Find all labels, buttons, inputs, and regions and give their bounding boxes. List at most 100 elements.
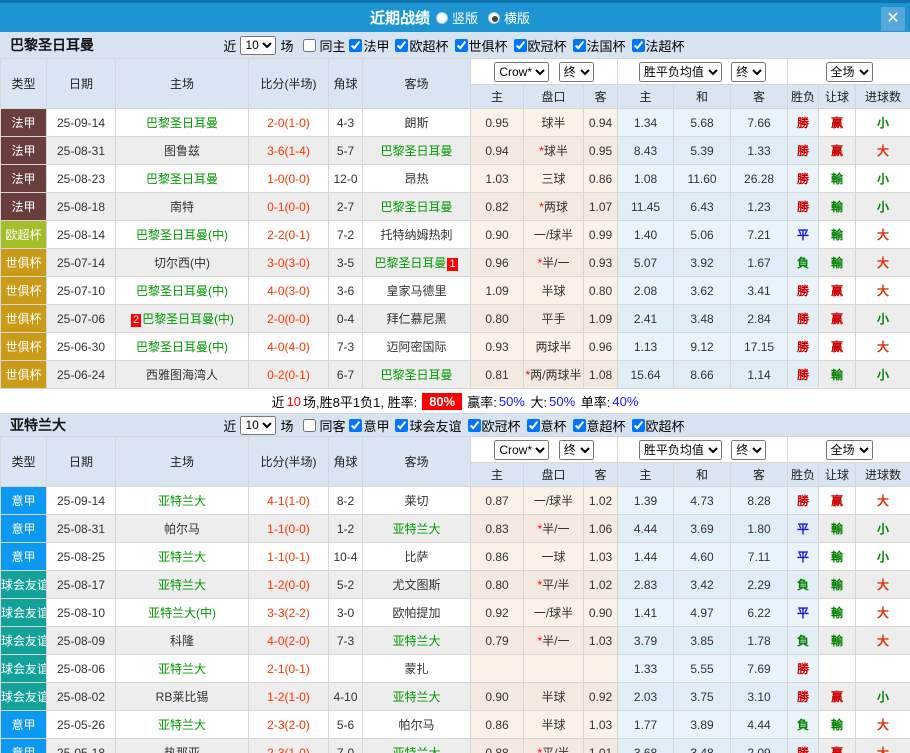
league-checkbox-icon[interactable] — [632, 419, 645, 432]
home-team: 巴黎圣日耳曼(中) — [116, 221, 249, 249]
asian-away-odds: 1.08 — [584, 361, 618, 389]
layout-radio-vertical[interactable]: 竖版 — [436, 8, 478, 27]
goals-result: 大 — [856, 739, 910, 753]
euro-home-odds: 1.77 — [618, 711, 674, 739]
euro-away-odds: 1.67 — [731, 249, 788, 277]
league-checkbox-icon[interactable] — [527, 419, 540, 432]
league-filter[interactable]: 欧冠杯 — [510, 36, 567, 55]
match-result: 平 — [788, 515, 819, 543]
league-filter[interactable]: 法国杯 — [569, 36, 626, 55]
away-team: 皇家马德里 — [363, 277, 471, 305]
goals-result: 小 — [856, 193, 910, 221]
away-team: 比萨 — [363, 543, 471, 571]
same-away-checkbox[interactable] — [303, 419, 316, 432]
league-checkbox-icon[interactable] — [395, 419, 408, 432]
home-team: 亚特兰大 — [116, 487, 249, 515]
layout-radio-horizontal[interactable]: 横版 — [488, 8, 530, 27]
asian-away-odds: 1.03 — [584, 711, 618, 739]
asian-away-odds: 1.07 — [584, 193, 618, 221]
league-filter[interactable]: 欧超杯 — [391, 36, 448, 55]
subcol-euro-away: 客 — [731, 85, 788, 109]
asian-home-odds: 0.88 — [471, 739, 524, 753]
col-date: 日期 — [47, 437, 116, 487]
final-odds-select-2[interactable]: 终 — [731, 62, 766, 82]
asian-away-odds: 0.80 — [584, 277, 618, 305]
league-filter[interactable]: 欧冠杯 — [464, 416, 521, 435]
team2-results-table: 类型 日期 主场 比分(半场) 角球 客场 Crow* 终 胜平负均值 终 全场 — [0, 436, 910, 753]
euro-draw-odds: 3.48 — [674, 305, 731, 333]
league-filter[interactable]: 欧超杯 — [628, 416, 685, 435]
bookmaker-select[interactable]: Crow* — [494, 440, 549, 460]
away-team: 迈阿密国际 — [363, 333, 471, 361]
match-result: 勝 — [788, 137, 819, 165]
match-count-select[interactable]: 10 — [240, 36, 276, 55]
score: 1-2(1-0) — [249, 683, 329, 711]
euro-away-odds: 2.84 — [731, 305, 788, 333]
euro-draw-odds: 3.92 — [674, 249, 731, 277]
league-checkbox-icon[interactable] — [468, 419, 481, 432]
league-type-badge: 球会友谊 — [1, 571, 47, 599]
asian-handicap: 半球 — [524, 711, 584, 739]
league-checkbox-icon[interactable] — [455, 39, 468, 52]
euro-draw-odds: 6.43 — [674, 193, 731, 221]
home-team: 巴黎圣日耳曼 — [116, 165, 249, 193]
away-team: 蒙扎 — [363, 655, 471, 683]
asian-away-odds: 0.90 — [584, 599, 618, 627]
radio-selected-icon[interactable] — [488, 12, 500, 24]
final-odds-select-1[interactable]: 终 — [559, 440, 594, 460]
asian-handicap: 一/球半 — [524, 221, 584, 249]
match-result: 勝 — [788, 487, 819, 515]
league-checkbox-icon[interactable] — [395, 39, 408, 52]
bookmaker-select[interactable]: Crow* — [494, 62, 549, 82]
euro-home-odds: 1.40 — [618, 221, 674, 249]
subcol-euro-away: 客 — [731, 463, 788, 487]
radio-unselected-icon[interactable] — [436, 12, 448, 24]
score: 4-0(2-0) — [249, 627, 329, 655]
goals-result: 大 — [856, 711, 910, 739]
table-row: 法甲 25-09-14 巴黎圣日耳曼 2-0(1-0) 4-3 朗斯 0.95 … — [1, 109, 910, 137]
away-team: 亚特兰大 — [363, 739, 471, 753]
away-team: 巴黎圣日耳曼 — [363, 137, 471, 165]
close-icon[interactable]: ✕ — [881, 7, 905, 31]
subcol-handicap: 盘口 — [524, 463, 584, 487]
avg-odds-select[interactable]: 胜平负均值 — [639, 62, 722, 82]
league-filter[interactable]: 法甲 — [345, 36, 389, 55]
score: 2-1(0-1) — [249, 655, 329, 683]
league-filter[interactable]: 意杯 — [523, 416, 567, 435]
euro-draw-odds: 5.55 — [674, 655, 731, 683]
league-checkbox-icon[interactable] — [573, 419, 586, 432]
same-home-checkbox[interactable] — [303, 39, 316, 52]
league-filter[interactable]: 球会友谊 — [391, 416, 461, 435]
goals-result: 大 — [856, 249, 910, 277]
final-odds-select-1[interactable]: 终 — [559, 62, 594, 82]
match-result: 勝 — [788, 193, 819, 221]
league-checkbox-icon[interactable] — [349, 419, 362, 432]
league-filter[interactable]: 法超杯 — [628, 36, 685, 55]
final-odds-select-2[interactable]: 终 — [731, 440, 766, 460]
league-filter[interactable]: 世俱杯 — [451, 36, 508, 55]
full-match-select[interactable]: 全场 — [826, 62, 873, 82]
dialog-titlebar: 近期战绩 竖版 横版 ✕ — [0, 0, 910, 32]
score: 2-0(0-0) — [249, 305, 329, 333]
euro-draw-odds: 4.73 — [674, 487, 731, 515]
euro-away-odds: 3.10 — [731, 683, 788, 711]
euro-draw-odds: 4.97 — [674, 599, 731, 627]
match-count-select[interactable]: 10 — [240, 416, 276, 435]
euro-away-odds: 8.28 — [731, 487, 788, 515]
league-filter[interactable]: 意超杯 — [569, 416, 626, 435]
subcol-handicap-result: 让球 — [819, 85, 856, 109]
league-checkbox-icon[interactable] — [349, 39, 362, 52]
table-row: 世俱杯 25-07-06 2巴黎圣日耳曼(中) 2-0(0-0) 0-4 拜仁慕… — [1, 305, 910, 333]
home-team: 2巴黎圣日耳曼(中) — [116, 305, 249, 333]
table-row: 意甲 25-09-14 亚特兰大 4-1(1-0) 8-2 莱切 0.87 一/… — [1, 487, 910, 515]
league-checkbox-icon[interactable] — [632, 39, 645, 52]
full-match-select[interactable]: 全场 — [826, 440, 873, 460]
league-checkbox-icon[interactable] — [573, 39, 586, 52]
avg-odds-select[interactable]: 胜平负均值 — [639, 440, 722, 460]
league-checkbox-icon[interactable] — [514, 39, 527, 52]
subcol-euro-draw: 和 — [674, 85, 731, 109]
corner-score: 4-10 — [329, 683, 363, 711]
asian-away-odds: 0.96 — [584, 333, 618, 361]
away-team: 莱切 — [363, 487, 471, 515]
league-filter[interactable]: 意甲 — [345, 416, 389, 435]
